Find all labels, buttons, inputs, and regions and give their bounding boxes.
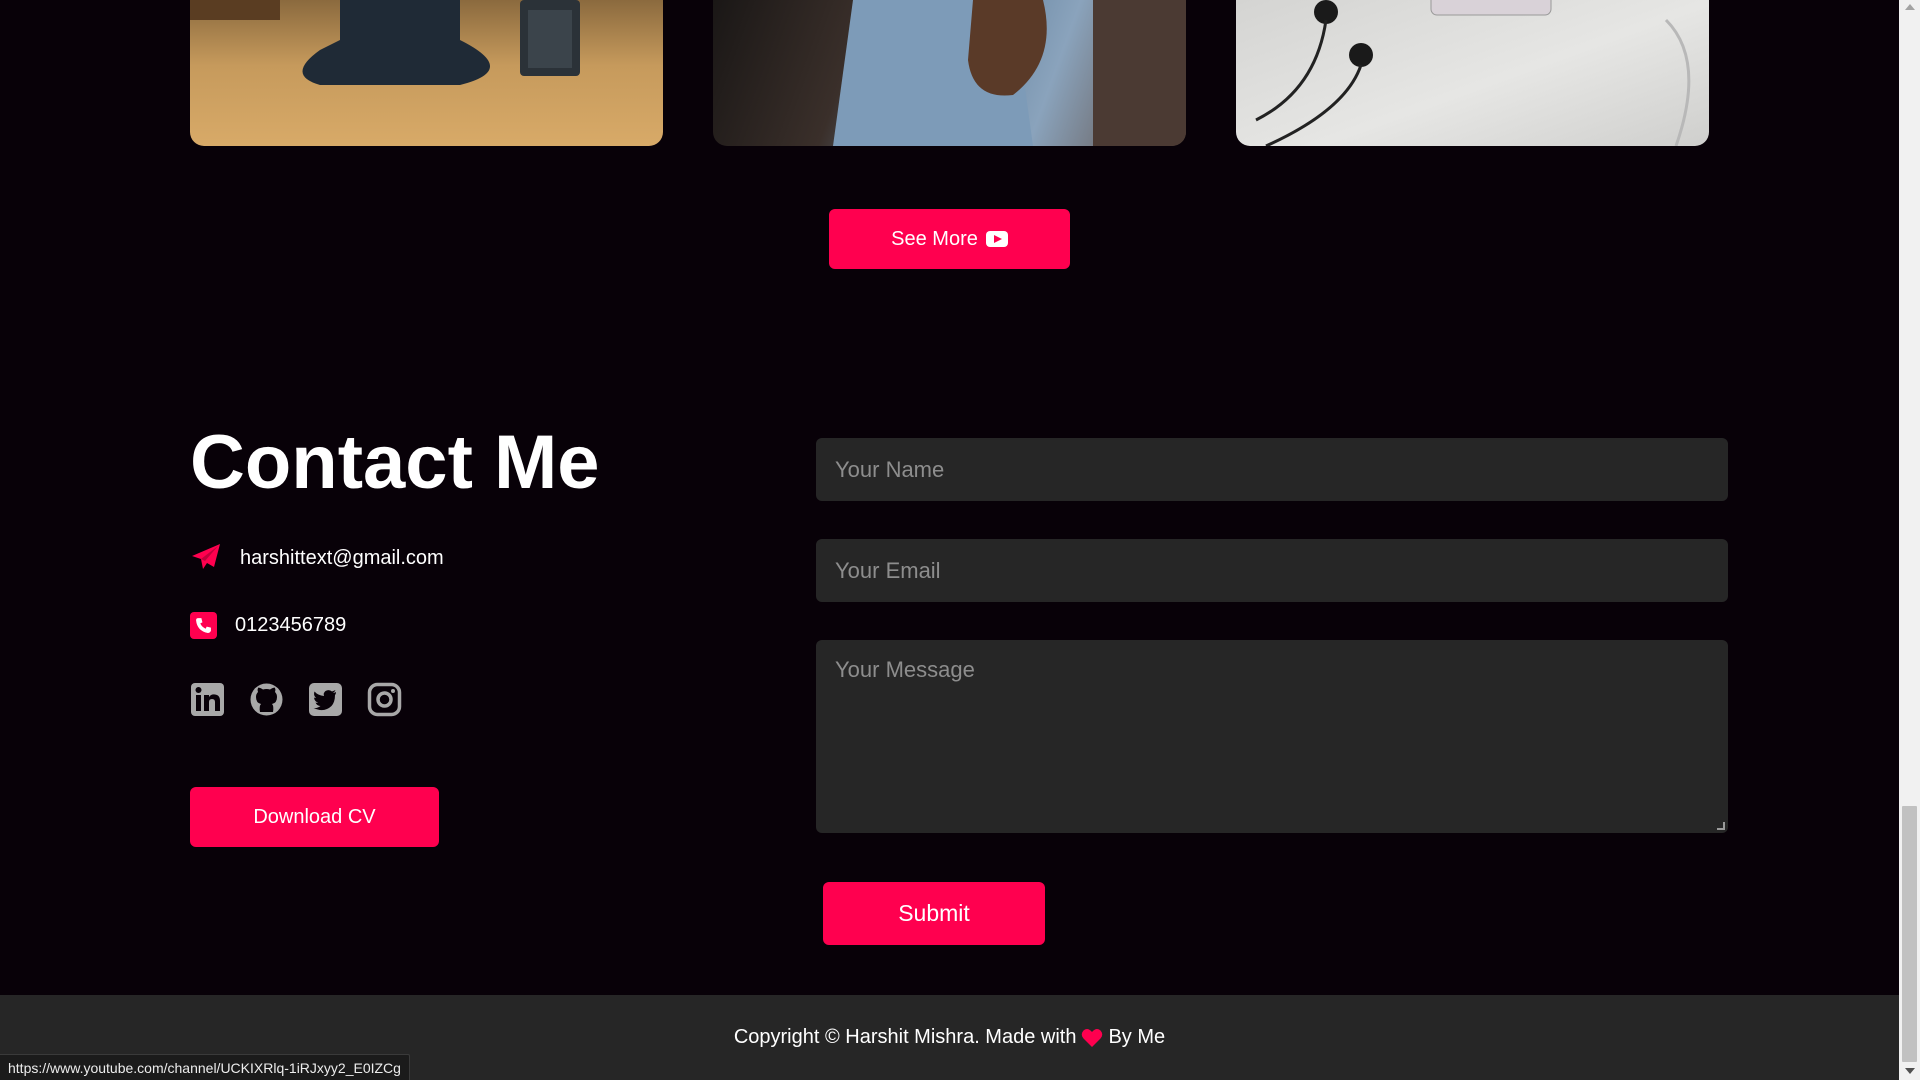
submit-label: Submit	[898, 900, 970, 926]
instagram-icon[interactable]	[367, 682, 402, 717]
email-input[interactable]	[816, 539, 1728, 602]
earphones-photo	[1255, 0, 1691, 146]
contact-title: Contact Me	[190, 420, 600, 505]
scroll-down-arrow-icon[interactable]	[1905, 1068, 1915, 1074]
textarea-resize-handle[interactable]	[1717, 822, 1725, 830]
portfolio-card-desk[interactable]	[190, 0, 663, 146]
scrollbar-thumb[interactable]	[1902, 806, 1917, 1062]
youtube-icon	[985, 231, 1008, 247]
status-bar-url: https://www.youtube.com/channel/UCKIXRlq…	[0, 1054, 410, 1080]
person-photo	[833, 0, 1186, 146]
linkedin-icon[interactable]	[190, 682, 225, 717]
paper-plane-icon	[192, 544, 220, 569]
contact-phone-row: 0123456789	[190, 612, 346, 639]
vertical-scrollbar[interactable]	[1899, 0, 1920, 1080]
contact-email[interactable]: harshittext@gmail.com	[240, 547, 444, 570]
name-input[interactable]	[816, 438, 1728, 501]
footer-by-me: By Me	[1108, 1026, 1166, 1048]
message-textarea[interactable]	[816, 640, 1728, 833]
download-cv-label: Download CV	[253, 805, 376, 828]
contact-phone: 0123456789	[235, 614, 347, 636]
footer-copyright: Copyright © Harshit Mishra. Made with	[733, 1026, 1077, 1048]
twitter-icon[interactable]	[308, 682, 343, 717]
phone-icon	[190, 612, 217, 639]
download-cv-button[interactable]: Download CV	[190, 787, 439, 847]
portfolio-card-earphones[interactable]	[1236, 0, 1709, 146]
github-icon[interactable]	[249, 682, 284, 717]
desk-photo	[190, 0, 580, 85]
scroll-up-arrow-icon[interactable]	[1905, 4, 1915, 10]
submit-button[interactable]: Submit	[823, 882, 1045, 945]
heart-icon	[1082, 1028, 1103, 1047]
see-more-label: See More	[891, 227, 978, 250]
portfolio-card-person[interactable]	[713, 0, 1186, 146]
social-links	[190, 682, 402, 717]
contact-email-row: harshittext@gmail.com	[190, 542, 444, 574]
see-more-button[interactable]: See More	[829, 209, 1070, 269]
